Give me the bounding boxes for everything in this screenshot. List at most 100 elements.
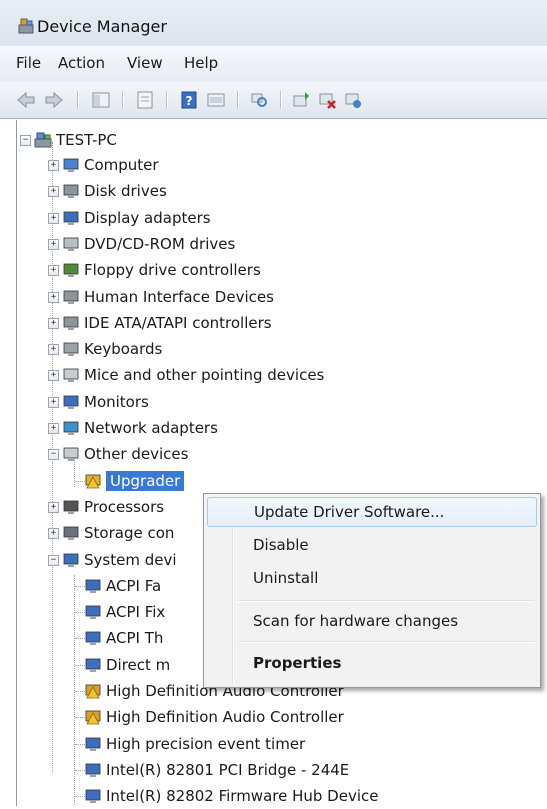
- menu-item-update-driver-software[interactable]: Update Driver Software...: [207, 497, 537, 527]
- expand-toggle[interactable]: +: [48, 397, 59, 408]
- expand-toggle[interactable]: +: [48, 160, 59, 171]
- storage-controller-icon: [63, 526, 79, 540]
- menu-view[interactable]: View: [127, 54, 163, 72]
- menu-item-label: Disable: [253, 536, 309, 554]
- tree-category-row[interactable]: + DVD/CD-ROM drives: [17, 233, 537, 257]
- tree-device-row[interactable]: Intel(R) 82802 Firmware Hub Device: [17, 785, 537, 809]
- menu-item-scan-for-hardware-changes[interactable]: Scan for hardware changes: [207, 607, 537, 637]
- menu-file[interactable]: File: [16, 54, 41, 72]
- disable-icon[interactable]: [343, 90, 363, 110]
- menu-item-uninstall[interactable]: Uninstall: [207, 564, 537, 594]
- audio-controller-icon: [85, 684, 101, 699]
- system-device-icon: [85, 658, 101, 672]
- tree-item-label: DVD/CD-ROM drives: [84, 235, 236, 253]
- tree-category-row[interactable]: + Mice and other pointing devices: [17, 364, 537, 388]
- toolbar: ?: [0, 82, 547, 119]
- system-device-icon: [85, 737, 101, 751]
- tree-item-label: Floppy drive controllers: [84, 261, 261, 279]
- tree-device-row[interactable]: High precision event timer: [17, 733, 537, 757]
- properties-icon[interactable]: [135, 90, 155, 110]
- tree-item-label: Processors: [84, 498, 165, 516]
- expand-toggle[interactable]: +: [48, 265, 59, 276]
- tree-device-row[interactable]: High Definition Audio Controller: [17, 706, 537, 730]
- tree-category-row[interactable]: + Human Interface Devices: [17, 286, 537, 310]
- tree-item-label: Display adapters: [84, 209, 211, 227]
- svg-text:?: ?: [186, 94, 193, 108]
- toolbar-separator: [280, 91, 282, 109]
- menu-bar: File Action View Help: [0, 46, 547, 83]
- menu-help[interactable]: Help: [184, 54, 218, 72]
- tree-device-row[interactable]: Upgrader: [17, 470, 537, 494]
- expand-toggle[interactable]: +: [48, 318, 59, 329]
- help-icon[interactable]: ?: [179, 90, 199, 110]
- monitor-icon: [63, 395, 79, 409]
- collapse-toggle[interactable]: −: [20, 135, 31, 146]
- toolbar-separator: [122, 91, 124, 109]
- tree-item-label: System devi: [84, 551, 177, 569]
- toolbar-separator: [166, 91, 168, 109]
- scan-hardware-icon[interactable]: [249, 90, 269, 110]
- tree-item-label: Intel(R) 82801 PCI Bridge - 244E: [106, 761, 350, 779]
- tree-item-label: Storage con: [84, 524, 175, 542]
- menu-item-disable[interactable]: Disable: [207, 531, 537, 561]
- menu-item-label: Uninstall: [253, 569, 319, 587]
- system-device-icon: [63, 553, 79, 567]
- menu-item-properties[interactable]: Properties: [207, 649, 537, 679]
- back-arrow-icon[interactable]: [16, 90, 36, 110]
- tree-category-row[interactable]: + Keyboards: [17, 338, 537, 362]
- expand-toggle[interactable]: +: [48, 344, 59, 355]
- tree-item-label: Keyboards: [84, 340, 163, 358]
- system-device-icon: [85, 579, 101, 593]
- processor-icon: [63, 500, 79, 514]
- menu-separator: [238, 641, 534, 643]
- network-adapter-icon: [63, 421, 79, 435]
- tree-category-row[interactable]: + Computer: [17, 154, 537, 178]
- system-device-icon: [85, 789, 101, 803]
- tree-item-label: Monitors: [84, 393, 149, 411]
- device-tree: − TEST-PC + Computer + Disk drives + Display …: [16, 120, 547, 806]
- floppy-controller-icon: [63, 263, 79, 277]
- tree-item-label: Mice and other pointing devices: [84, 366, 325, 384]
- tree-item-label: ACPI Fa: [106, 577, 162, 595]
- system-device-icon: [85, 605, 101, 619]
- tree-category-row[interactable]: + Monitors: [17, 391, 537, 415]
- expand-toggle[interactable]: +: [48, 292, 59, 303]
- expand-toggle[interactable]: +: [48, 186, 59, 197]
- system-device-icon: [85, 631, 101, 645]
- tree-category-row[interactable]: + Floppy drive controllers: [17, 259, 537, 283]
- expand-toggle[interactable]: +: [48, 239, 59, 250]
- tree-category-row[interactable]: + Network adapters: [17, 417, 537, 441]
- tree-item-label: Network adapters: [84, 419, 218, 437]
- menu-item-label: Update Driver Software...: [254, 503, 445, 521]
- uninstall-icon[interactable]: [317, 90, 337, 110]
- tree-root[interactable]: − TEST-PC: [17, 129, 217, 153]
- device-manager-icon: [18, 18, 34, 34]
- menu-separator: [238, 600, 534, 602]
- hid-icon: [63, 290, 79, 304]
- forward-arrow-icon[interactable]: [44, 90, 64, 110]
- tree-item-label: Intel(R) 82802 Firmware Hub Device: [106, 787, 379, 805]
- tree-device-row[interactable]: Intel(R) 82801 PCI Bridge - 244E: [17, 759, 537, 783]
- tree-category-row[interactable]: + IDE ATA/ATAPI controllers: [17, 312, 537, 336]
- update-driver-software-icon[interactable]: [291, 90, 311, 110]
- mouse-icon: [63, 368, 79, 382]
- tree-category-row[interactable]: + Disk drives: [17, 180, 537, 204]
- expand-toggle[interactable]: +: [48, 370, 59, 381]
- collapse-toggle[interactable]: −: [48, 555, 59, 566]
- warning-device-icon: [85, 474, 101, 489]
- tree-category-row[interactable]: − Other devices: [17, 443, 537, 467]
- collapse-toggle[interactable]: −: [48, 449, 59, 460]
- tree-item-label: High precision event timer: [106, 735, 306, 753]
- tree-item-label: Upgrader: [106, 471, 185, 491]
- menu-action[interactable]: Action: [58, 54, 105, 72]
- show-hide-tree-icon[interactable]: [91, 90, 111, 110]
- expand-toggle[interactable]: +: [48, 502, 59, 513]
- expand-toggle[interactable]: +: [48, 423, 59, 434]
- tree-item-label: Computer: [84, 156, 159, 174]
- update-driver-icon[interactable]: [206, 90, 226, 110]
- window-title: Device Manager: [37, 17, 167, 36]
- tree-item-label: Human Interface Devices: [84, 288, 274, 306]
- expand-toggle[interactable]: +: [48, 213, 59, 224]
- expand-toggle[interactable]: +: [48, 528, 59, 539]
- tree-category-row[interactable]: + Display adapters: [17, 207, 537, 231]
